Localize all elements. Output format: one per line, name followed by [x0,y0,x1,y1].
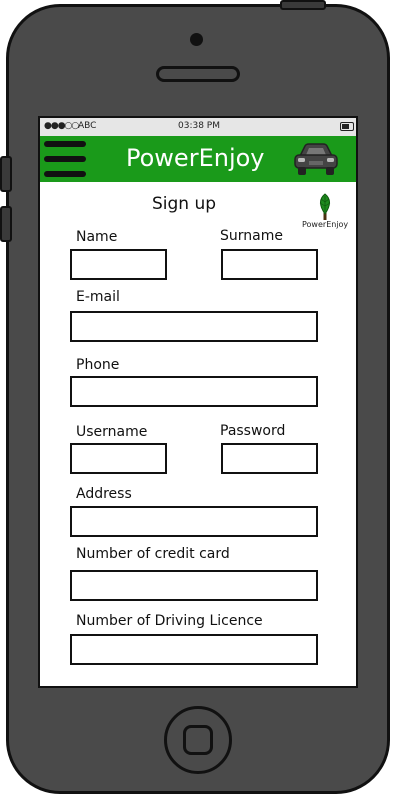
hamburger-menu-button[interactable] [44,141,86,177]
phone-label: Phone [76,357,120,373]
driving-licence-input[interactable] [70,634,318,665]
brand-logo: PowerEnjoy [302,192,348,230]
leaf-logo-icon [319,193,331,220]
surname-label: Surname [220,228,283,244]
front-camera [190,33,203,46]
volume-down-button [0,206,12,242]
phone-input[interactable] [70,376,318,407]
username-input[interactable] [70,443,167,474]
name-input[interactable] [70,249,167,280]
app-bar: PowerEnjoy [40,136,356,182]
address-input[interactable] [70,506,318,537]
email-input[interactable] [70,311,318,342]
surname-input[interactable] [221,249,318,280]
status-time: 03:38 PM [178,121,220,131]
hamburger-line [44,141,86,147]
volume-up-button [0,156,12,192]
page-title: Sign up [152,194,217,214]
hamburger-line [44,156,86,162]
brand-logo-text: PowerEnjoy [302,220,349,229]
power-button [280,0,326,10]
driving-licence-label: Number of Driving Licence [76,613,263,629]
password-input[interactable] [221,443,318,474]
email-label: E-mail [76,289,120,305]
address-label: Address [76,486,132,502]
home-square-icon [183,725,213,755]
credit-card-input[interactable] [70,570,318,601]
home-button[interactable] [164,706,232,774]
status-bar: ●●●○○ ABC 03:38 PM [40,118,356,136]
battery-icon [340,122,354,131]
hamburger-line [44,171,86,177]
car-icon[interactable] [292,140,340,178]
signal-indicator: ●●●○○ [44,121,79,131]
name-label: Name [76,229,118,245]
phone-screen: ●●●○○ ABC 03:38 PM PowerEnjoy Sign up Po… [38,116,358,688]
earpiece-speaker [156,66,240,82]
carrier-name: ABC [78,121,97,131]
username-label: Username [76,424,148,440]
credit-card-label: Number of credit card [76,546,230,562]
password-label: Password [220,423,286,439]
app-title: PowerEnjoy [126,144,265,172]
